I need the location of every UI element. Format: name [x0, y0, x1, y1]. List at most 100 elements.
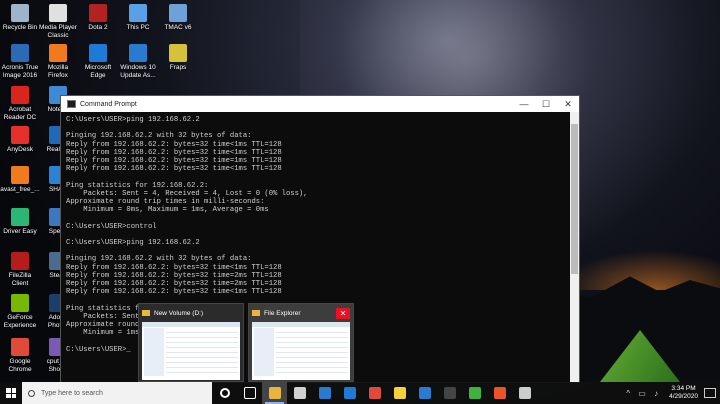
edge-icon[interactable]	[337, 382, 362, 404]
thumbnail-close-button[interactable]: ✕	[336, 307, 350, 319]
console-line: Reply from 192.168.62.2: bytes=32 time<1…	[66, 165, 282, 174]
vertical-scrollbar[interactable]	[570, 112, 579, 382]
store-icon[interactable]	[312, 382, 337, 404]
desktop-icon[interactable]: GeForce Experience	[0, 294, 40, 329]
close-button[interactable]: ✕	[557, 99, 579, 110]
app-icon	[11, 338, 29, 356]
settings-icon[interactable]	[512, 382, 537, 404]
console-line: Reply from 192.168.62.2: bytes=32 time<1…	[66, 140, 282, 149]
console-line: Reply from 192.168.62.2: bytes=32 time<1…	[66, 288, 282, 297]
desktop-icon[interactable]: Fraps	[158, 44, 198, 72]
action-center-icon[interactable]	[704, 388, 716, 398]
thumbnail-preview	[252, 322, 350, 380]
app-icon	[11, 86, 29, 104]
console-line: Approximate round trip times in milli-se…	[66, 198, 265, 206]
desktop-icon[interactable]: Google Chrome	[0, 338, 40, 373]
console-line: C:\Users\USER>control	[66, 222, 157, 231]
mail-icon-glyph	[418, 387, 431, 399]
store-icon-glyph	[318, 387, 331, 399]
desktop-icon[interactable]: avast_free_...	[0, 166, 40, 194]
folder-icon	[252, 310, 260, 316]
console-line: Minimum = 0ms, Maximum = 1ms, Average = …	[66, 206, 269, 215]
cmd-icon-glyph	[443, 387, 456, 399]
camtasia-green-icon-glyph	[468, 387, 481, 399]
app-icon	[89, 4, 107, 22]
windows-security-icon[interactable]	[287, 382, 312, 404]
mail-icon[interactable]	[412, 382, 437, 404]
desktop-icon-label: GeForce Experience	[3, 314, 37, 329]
desktop-icon-label: Recycle Bin	[2, 24, 38, 31]
folder-icon	[142, 310, 150, 316]
desktop-icon-label: TMAC v6	[164, 24, 192, 31]
console-line: C:\Users\USER>ping 192.168.62.2	[66, 238, 200, 247]
desktop-icon-label: Mozilla Firefox	[47, 64, 69, 79]
minimize-button[interactable]: —	[513, 99, 535, 109]
file-explorer-icon[interactable]	[262, 382, 287, 404]
desktop-icon[interactable]: This PC	[118, 4, 158, 32]
desktop-icon[interactable]: TMAC v6	[158, 4, 198, 32]
desktop-icon-label: FileZilla Client	[8, 272, 32, 287]
maximize-button[interactable]: ☐	[535, 99, 557, 110]
volume-icon[interactable]: ♪	[651, 389, 661, 398]
taskbar-search-box[interactable]: Type here to search	[22, 382, 212, 404]
desktop-icon[interactable]: FileZilla Client	[0, 252, 40, 287]
app-icon	[49, 44, 67, 62]
camtasia-orange-icon[interactable]	[487, 382, 512, 404]
cortana-icon-glyph	[219, 388, 230, 398]
desktop-icon[interactable]: Windows 10 Update As...	[118, 44, 158, 79]
thumbnail-file-explorer[interactable]: File Explorer ✕	[248, 303, 354, 382]
title-bar[interactable]: Command Prompt — ☐ ✕	[61, 96, 579, 112]
app-icon	[89, 44, 107, 62]
thumbnail-new-volume[interactable]: New Volume (D:)	[138, 303, 244, 382]
desktop-icon[interactable]: AnyDesk	[0, 126, 40, 154]
settings-icon-glyph	[518, 387, 531, 399]
app-icon	[129, 44, 147, 62]
network-icon[interactable]: ▭	[637, 389, 647, 398]
desktop-icon[interactable]: Acrobat Reader DC	[0, 86, 40, 121]
cmd-icon[interactable]	[437, 382, 462, 404]
desktop-icon[interactable]: Microsoft Edge	[78, 44, 118, 79]
start-button[interactable]	[0, 382, 22, 404]
app-icon	[11, 294, 29, 312]
app-icon	[11, 44, 29, 62]
desktop-icon[interactable]: Mozilla Firefox	[38, 44, 78, 79]
console-line: Packets: Sent = 4, Received = 4, Lost = …	[66, 189, 308, 198]
search-icon	[28, 389, 35, 397]
scrollbar-thumb[interactable]	[571, 124, 578, 274]
clock-time: 3:34 PM	[671, 385, 696, 392]
chevron-up-icon[interactable]: ^	[623, 389, 633, 398]
desktop-icon-label: avast_free_...	[0, 186, 40, 193]
desktop-icon[interactable]: Driver Easy	[0, 208, 40, 236]
task-view-icon[interactable]	[237, 382, 262, 404]
chrome-icon[interactable]	[362, 382, 387, 404]
app-icon	[11, 252, 29, 270]
sticky-notes-icon[interactable]	[387, 382, 412, 404]
clock[interactable]: 3:34 PM 4/29/2020	[669, 385, 698, 401]
desktop-icon-label: Fraps	[169, 64, 187, 71]
desktop-icon-label: This PC	[126, 24, 150, 31]
system-tray: ^ ▭ ♪ 3:34 PM 4/29/2020	[621, 382, 720, 404]
taskbar-pinned-apps	[212, 382, 537, 404]
console-line: Ping statistics for 192.168.62.2:	[66, 181, 209, 190]
camtasia-green-icon[interactable]	[462, 382, 487, 404]
console-line: C:\Users\USER>ping 192.168.62.2	[66, 116, 200, 124]
edge-icon-glyph	[343, 387, 356, 399]
desktop-icon[interactable]: Dota 2	[78, 4, 118, 32]
console-line: Reply from 192.168.62.2: bytes=32 time=1…	[66, 157, 282, 165]
app-icon	[169, 44, 187, 62]
desktop-icon[interactable]: Acronis True Image 2016	[0, 44, 40, 79]
cmd-window-icon	[67, 100, 76, 108]
console-line: Reply from 192.168.62.2: bytes=32 time<1…	[66, 148, 282, 157]
console-line: Reply from 192.168.62.2: bytes=32 time=2…	[66, 279, 282, 288]
windows-security-icon-glyph	[293, 387, 306, 399]
desktop-icon[interactable]: Media Player Classic	[38, 4, 78, 39]
cortana-icon[interactable]	[212, 382, 237, 404]
chrome-icon-glyph	[368, 387, 381, 399]
console-line: Reply from 192.168.62.2: bytes=32 time=2…	[66, 271, 282, 280]
desktop-icon-label: Dota 2	[88, 24, 108, 31]
desktop-icon[interactable]: Recycle Bin	[0, 4, 40, 32]
desktop-icon-label: Driver Easy	[3, 228, 37, 235]
